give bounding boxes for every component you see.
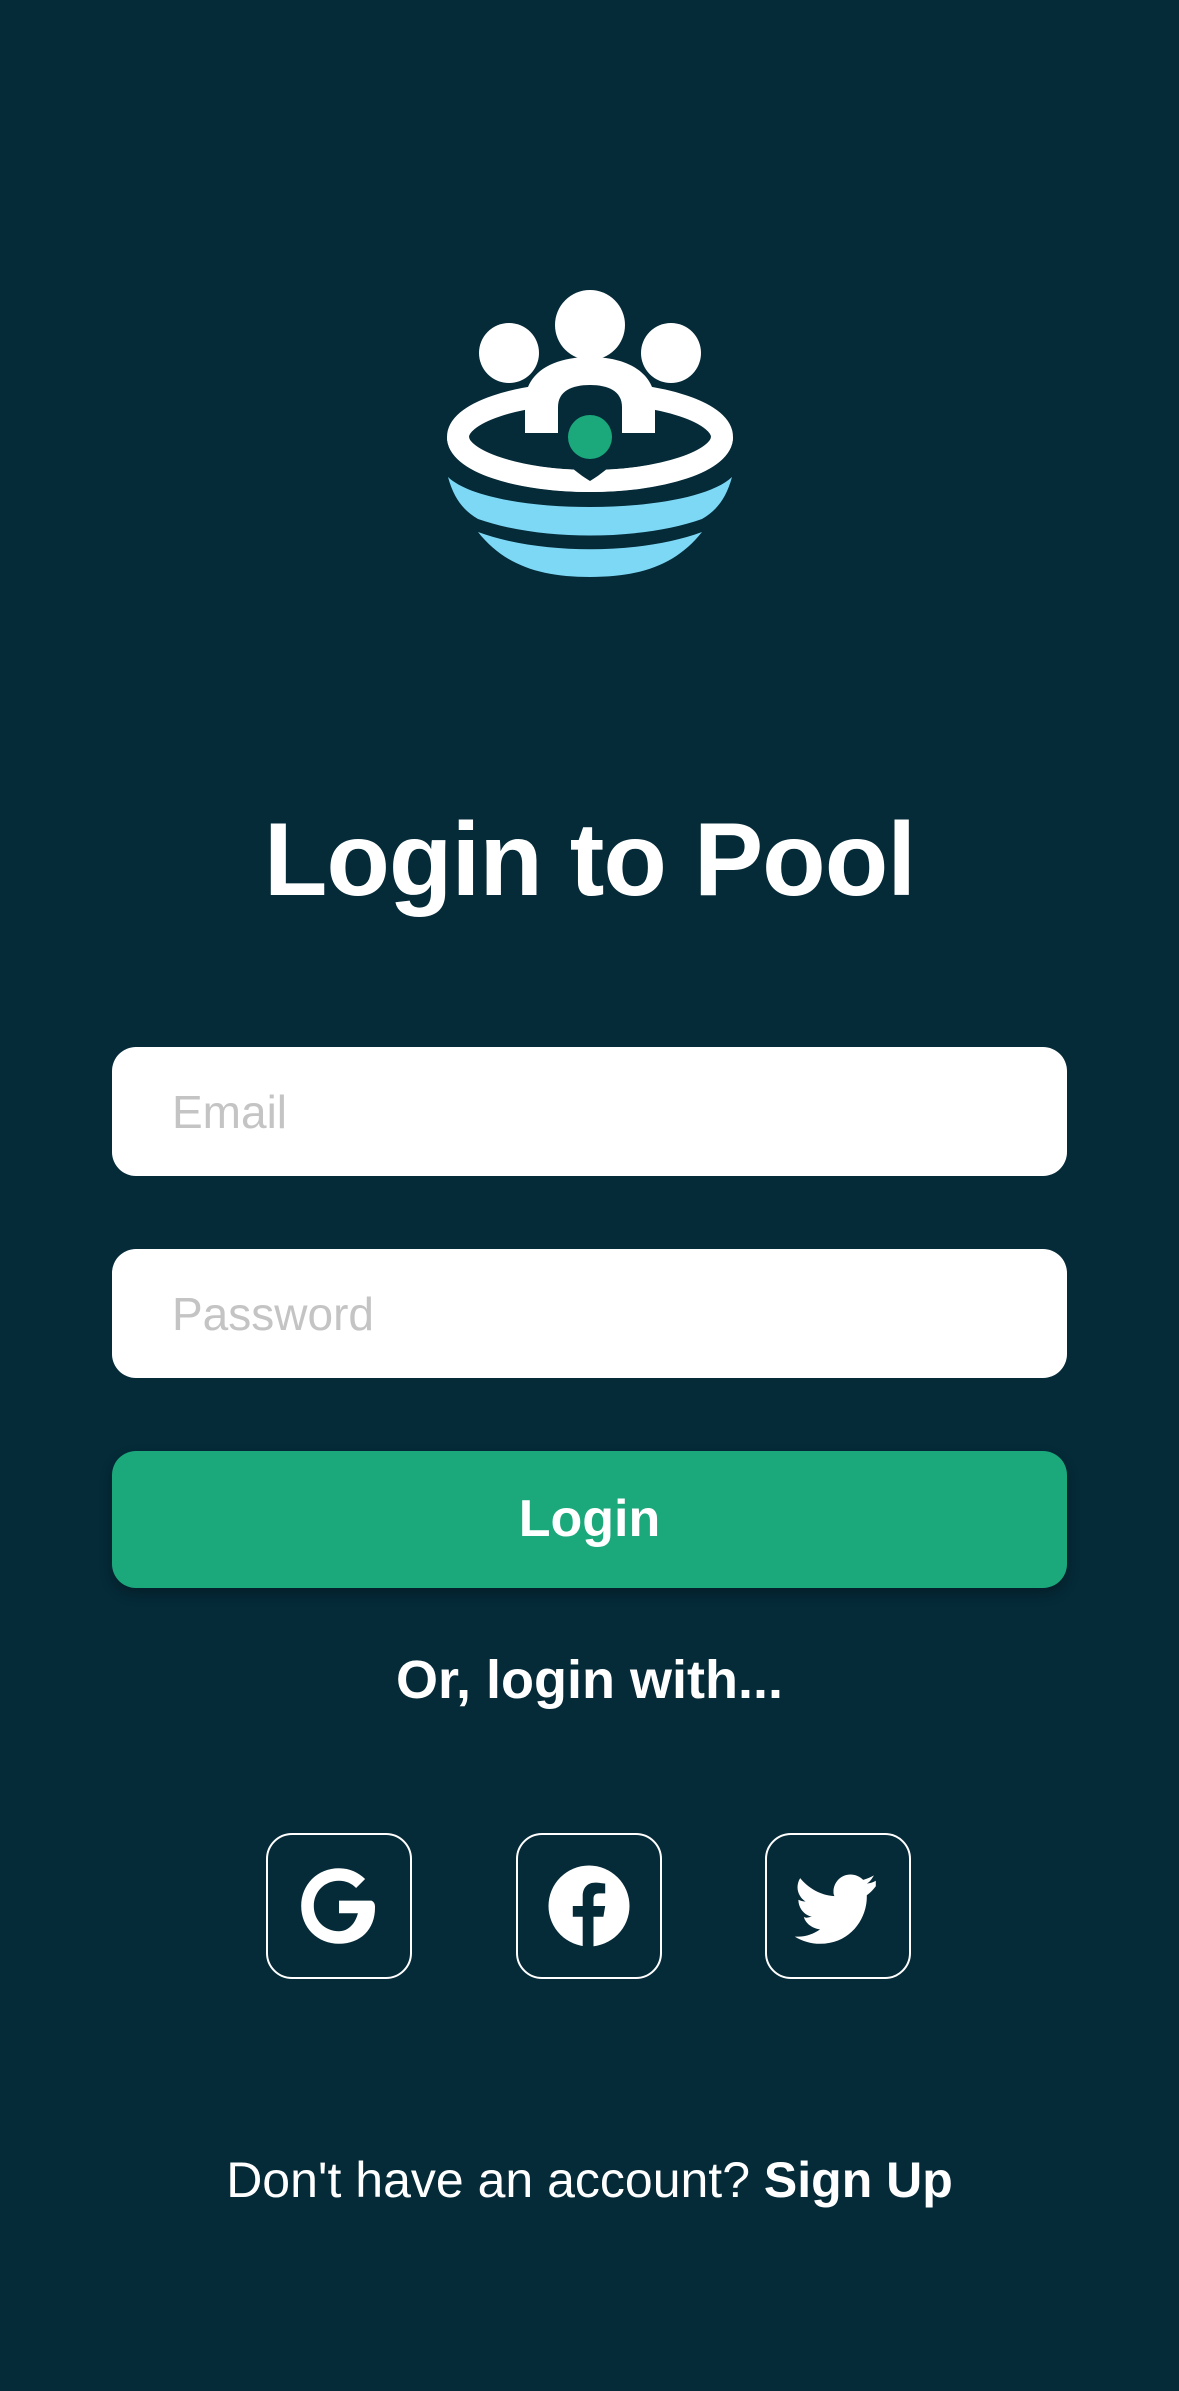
pool-people-logo-icon: [440, 285, 740, 585]
google-icon: [301, 1868, 375, 1944]
signup-link[interactable]: Sign Up: [764, 2152, 953, 2208]
twitter-login-button[interactable]: [765, 1833, 911, 1979]
google-login-button[interactable]: [266, 1833, 412, 1979]
password-input[interactable]: [172, 1249, 1007, 1378]
email-input[interactable]: [172, 1047, 1007, 1176]
twitter-icon: [794, 1874, 876, 1944]
logo-accent-dot: [568, 415, 612, 459]
password-field[interactable]: [112, 1249, 1067, 1378]
email-field[interactable]: [112, 1047, 1067, 1176]
signup-prompt-text: Don't have an account?: [226, 2152, 764, 2208]
logo-water-lower: [478, 532, 702, 577]
signup-prompt: Don't have an account? Sign Up: [0, 2140, 1179, 2220]
alt-login-label: Or, login with...: [396, 1650, 783, 1710]
login-screen: Login to Pool Login Or, login with... Do…: [0, 0, 1179, 2391]
login-button[interactable]: Login: [112, 1451, 1067, 1588]
page-title: Login to Pool: [263, 802, 916, 918]
facebook-login-button[interactable]: [516, 1833, 662, 1979]
facebook-icon: [548, 1865, 630, 1947]
